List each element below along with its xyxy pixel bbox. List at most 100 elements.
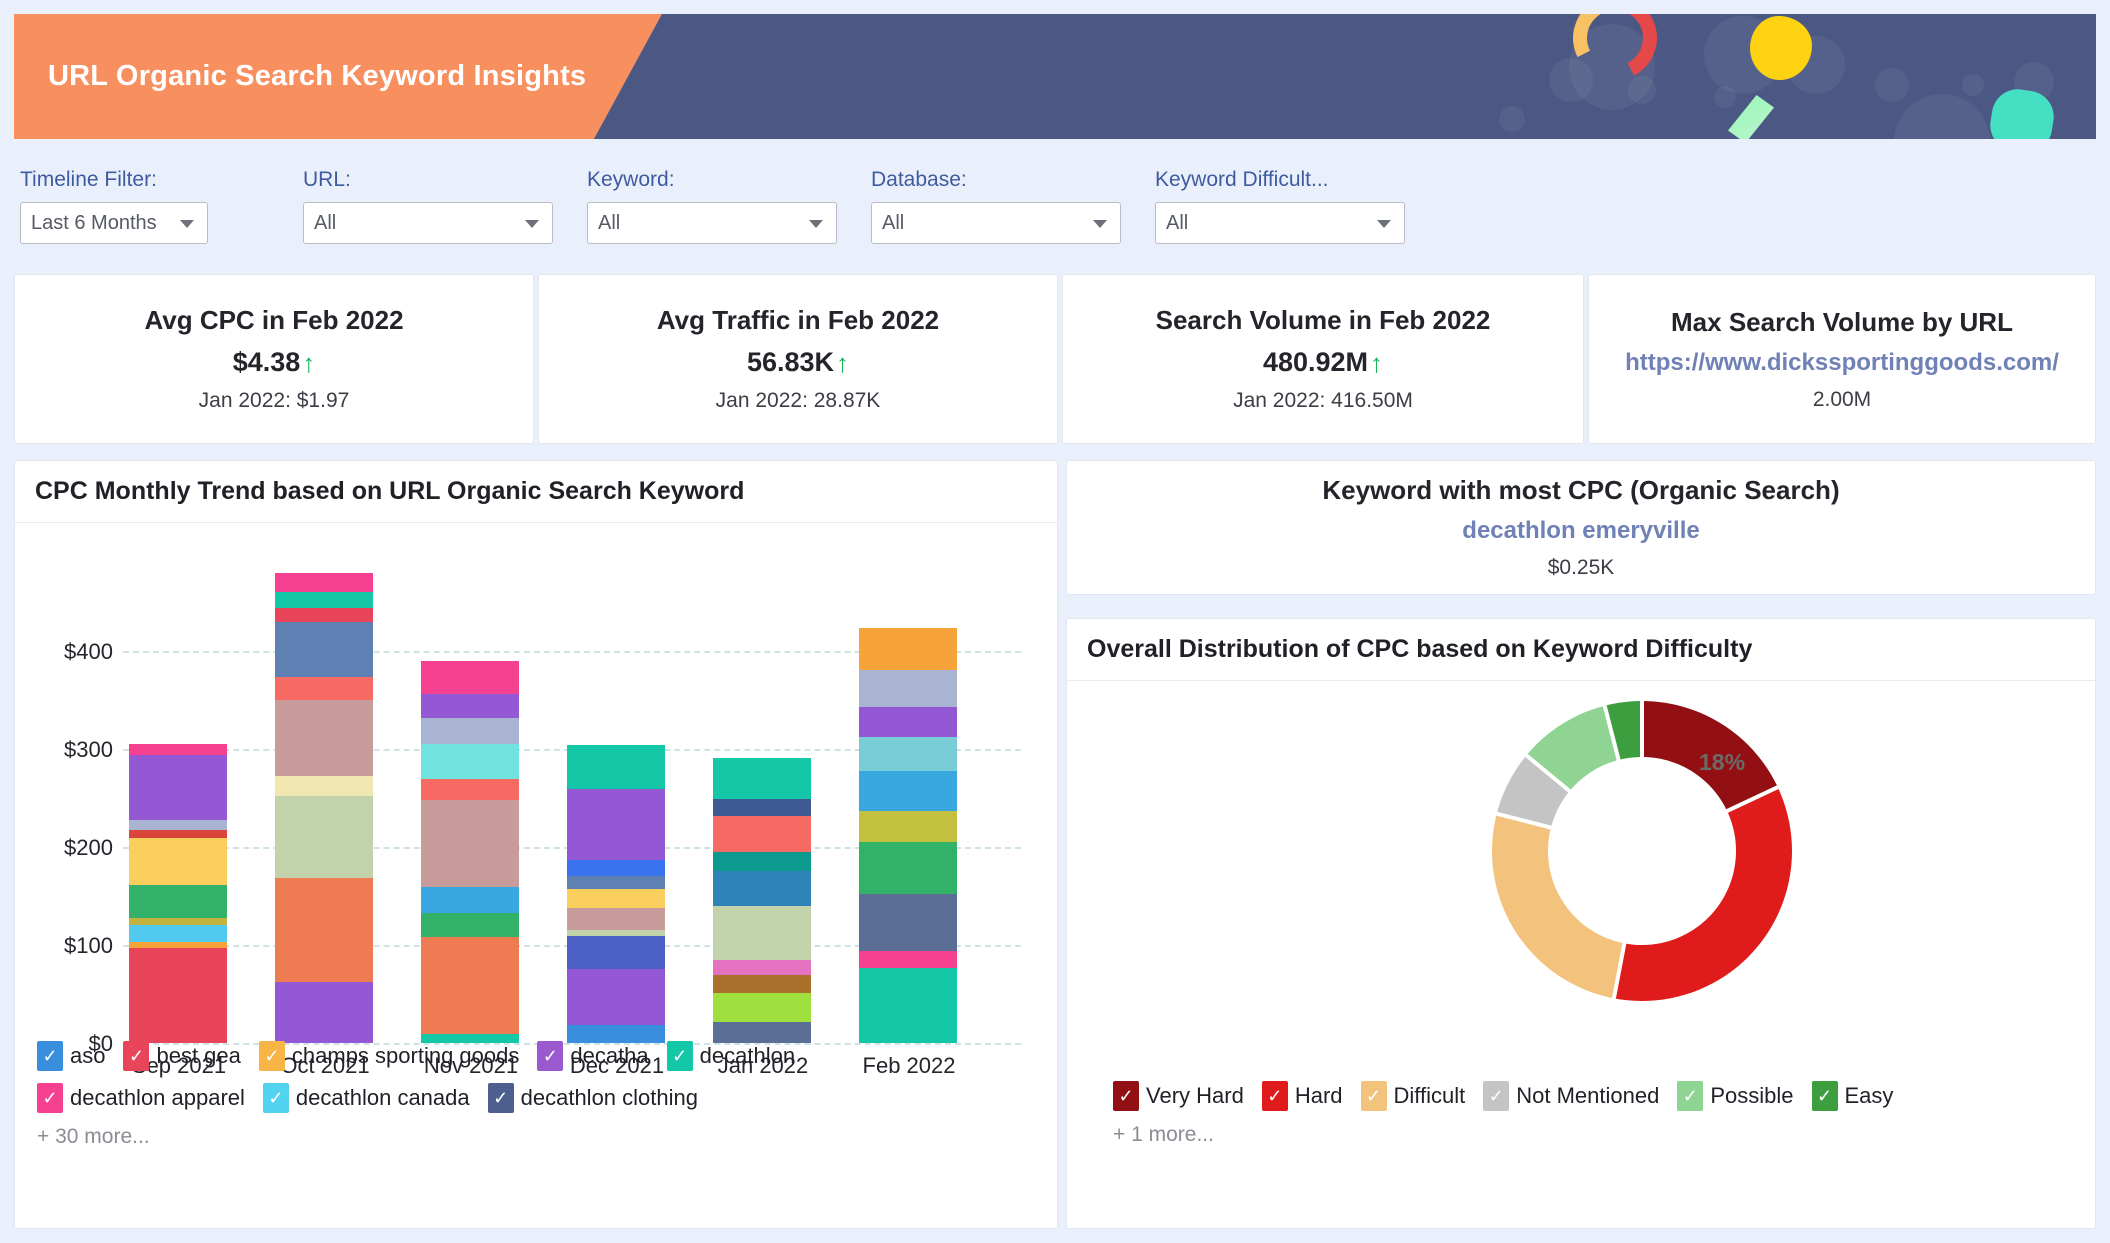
bar-segment[interactable] xyxy=(713,1022,811,1043)
donut-legend-more-link[interactable]: + 1 more... xyxy=(1113,1123,1911,1147)
legend-item-difficult[interactable]: ✓ Difficult xyxy=(1360,1081,1465,1111)
bar-segment[interactable] xyxy=(421,887,519,913)
bar-segment[interactable] xyxy=(859,771,957,812)
legend-checkbox-icon[interactable]: ✓ xyxy=(37,1083,63,1113)
bar-segment[interactable] xyxy=(129,820,227,831)
bar-segment[interactable] xyxy=(567,876,665,890)
legend-checkbox-icon[interactable]: ✓ xyxy=(487,1083,514,1113)
bar-legend-more-link[interactable]: + 30 more... xyxy=(37,1125,813,1149)
bar-segment[interactable] xyxy=(859,968,957,1043)
bar-segment[interactable] xyxy=(275,591,373,609)
bar-segment[interactable] xyxy=(129,885,227,919)
bar-segment[interactable] xyxy=(129,744,227,755)
bar-segment[interactable] xyxy=(129,754,227,821)
kpi-avg-traffic[interactable]: Avg Traffic in Feb 2022 56.83K ↑ Jan 202… xyxy=(538,274,1058,444)
bar-sep-2021[interactable] xyxy=(129,744,227,1043)
legend-checkbox-icon[interactable]: ✓ xyxy=(537,1041,564,1071)
legend-checkbox-icon[interactable]: ✓ xyxy=(1811,1081,1838,1111)
kpi-max-search-volume-by-url[interactable]: Max Search Volume by URL https://www.dic… xyxy=(1588,274,2096,444)
legend-checkbox-icon[interactable]: ✓ xyxy=(1113,1081,1139,1111)
bar-segment[interactable] xyxy=(713,815,811,852)
bar-segment[interactable] xyxy=(859,670,957,708)
legend-item-easy[interactable]: ✓ Easy xyxy=(1811,1081,1893,1111)
bar-segment[interactable] xyxy=(421,744,519,779)
bar-segment[interactable] xyxy=(421,778,519,801)
url-filter-select[interactable]: All xyxy=(303,202,553,244)
bar-segment[interactable] xyxy=(859,628,957,671)
legend-item-not-mentioned[interactable]: ✓ Not Mentioned xyxy=(1483,1081,1659,1111)
legend-item-hard[interactable]: ✓ Hard xyxy=(1261,1081,1343,1111)
timeline-filter-select[interactable]: Last 6 Months xyxy=(20,202,208,244)
bar-segment[interactable] xyxy=(859,811,957,842)
legend-item-decathlon-clothing[interactable]: ✓ decathlon clothing xyxy=(487,1083,698,1113)
bar-segment[interactable] xyxy=(275,878,373,983)
legend-checkbox-icon[interactable]: ✓ xyxy=(1483,1081,1510,1111)
legend-checkbox-icon[interactable]: ✓ xyxy=(262,1083,289,1113)
legend-item-best-gea[interactable]: ✓ best gea xyxy=(123,1041,241,1071)
bar-segment[interactable] xyxy=(567,907,665,931)
bar-segment[interactable] xyxy=(859,707,957,737)
bar-segment[interactable] xyxy=(275,621,373,677)
bar-segment[interactable] xyxy=(859,736,957,772)
bar-oct-2021[interactable] xyxy=(275,573,373,1043)
bar-segment[interactable] xyxy=(275,608,373,622)
bar-segment[interactable] xyxy=(567,859,665,877)
legend-checkbox-icon[interactable]: ✓ xyxy=(258,1041,285,1071)
keyword-most-cpc-card[interactable]: Keyword with most CPC (Organic Search) d… xyxy=(1066,460,2096,595)
bar-segment[interactable] xyxy=(275,796,373,879)
legend-checkbox-icon[interactable]: ✓ xyxy=(37,1041,63,1071)
kpi-url-link[interactable]: https://www.dickssportinggoods.com/ xyxy=(1625,349,2059,377)
bar-segment[interactable] xyxy=(421,717,519,745)
bar-segment[interactable] xyxy=(567,889,665,908)
bar-segment[interactable] xyxy=(129,925,227,942)
legend-item-decatha[interactable]: ✓ decatha xyxy=(537,1041,649,1071)
top-keyword-link[interactable]: decathlon emeryville xyxy=(1462,517,1699,545)
bar-segment[interactable] xyxy=(275,700,373,776)
bar-segment[interactable] xyxy=(129,830,227,839)
bar-segment[interactable] xyxy=(421,937,519,1035)
bar-feb-2022[interactable] xyxy=(859,628,957,1043)
bar-jan-2022[interactable] xyxy=(713,758,811,1043)
bar-segment[interactable] xyxy=(713,905,811,960)
bar-segment[interactable] xyxy=(859,950,957,969)
legend-item-aso[interactable]: ✓ aso xyxy=(37,1041,105,1071)
bar-segment[interactable] xyxy=(129,947,227,1043)
bar-nov-2021[interactable] xyxy=(421,661,519,1043)
bar-segment[interactable] xyxy=(129,918,227,926)
legend-item-decathlon[interactable]: ✓ decathlon xyxy=(666,1041,795,1071)
bar-segment[interactable] xyxy=(421,694,519,718)
bar-segment[interactable] xyxy=(713,959,811,976)
bar-segment[interactable] xyxy=(421,661,519,695)
legend-checkbox-icon[interactable]: ✓ xyxy=(1677,1081,1704,1111)
bar-segment[interactable] xyxy=(567,936,665,970)
legend-item-possible[interactable]: ✓ Possible xyxy=(1677,1081,1794,1111)
legend-checkbox-icon[interactable]: ✓ xyxy=(1261,1081,1288,1111)
keyword-filter-select[interactable]: All xyxy=(587,202,837,244)
legend-checkbox-icon[interactable]: ✓ xyxy=(123,1041,150,1071)
keyword-difficulty-filter-select[interactable]: All xyxy=(1155,202,1405,244)
bar-dec-2021[interactable] xyxy=(567,745,665,1043)
bar-segment[interactable] xyxy=(713,852,811,871)
bar-segment[interactable] xyxy=(129,838,227,886)
bar-segment[interactable] xyxy=(713,870,811,906)
bar-segment[interactable] xyxy=(859,893,957,951)
bar-segment[interactable] xyxy=(421,800,519,888)
kpi-search-volume[interactable]: Search Volume in Feb 2022 480.92M ↑ Jan … xyxy=(1062,274,1584,444)
legend-item-very-hard[interactable]: ✓ Very Hard xyxy=(1113,1081,1244,1111)
bar-segment[interactable] xyxy=(713,992,811,1023)
bar-segment[interactable] xyxy=(713,975,811,993)
legend-checkbox-icon[interactable]: ✓ xyxy=(666,1041,693,1071)
bar-segment[interactable] xyxy=(275,775,373,797)
bar-segment[interactable] xyxy=(275,573,373,592)
bar-segment[interactable] xyxy=(567,789,665,860)
bar-segment[interactable] xyxy=(567,745,665,790)
bar-segment[interactable] xyxy=(713,799,811,816)
legend-item-champs-sporting-goods[interactable]: ✓ champs sporting goods xyxy=(258,1041,519,1071)
bar-segment[interactable] xyxy=(275,676,373,701)
database-filter-select[interactable]: All xyxy=(871,202,1121,244)
bar-segment[interactable] xyxy=(421,912,519,938)
bar-segment[interactable] xyxy=(859,841,957,894)
legend-checkbox-icon[interactable]: ✓ xyxy=(1360,1081,1387,1111)
kpi-avg-cpc[interactable]: Avg CPC in Feb 2022 $4.38 ↑ Jan 2022: $1… xyxy=(14,274,534,444)
legend-item-decathlon-canada[interactable]: ✓ decathlon canada xyxy=(262,1083,470,1113)
